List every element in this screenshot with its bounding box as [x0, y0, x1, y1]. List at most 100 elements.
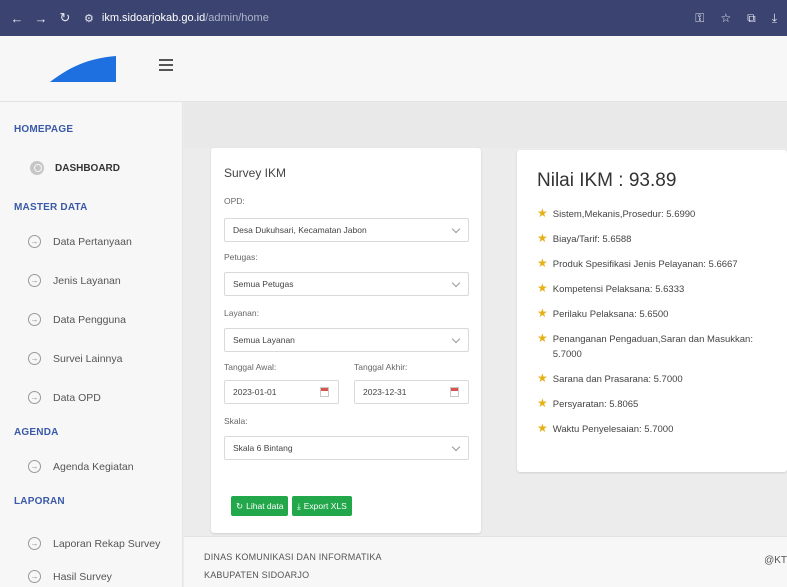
circle-arrow-icon: →: [28, 460, 41, 473]
download-icon[interactable]: ⤓: [772, 11, 777, 26]
ikm-result-card: Nilai IKM : 93.89 ★ Sistem,Mekanis,Prosed…: [517, 150, 787, 472]
extensions-icon[interactable]: ⧉: [747, 11, 756, 26]
footer-line-2: KABUPATEN SIDOARJO: [204, 570, 310, 580]
list-item: ★ Sarana dan Prasarana: 5.7000: [537, 371, 683, 386]
chevron-down-icon: [451, 442, 461, 452]
button-label: Lihat data: [246, 501, 284, 511]
list-item: ★ Biaya/Tarif: 5.6588: [537, 231, 632, 246]
skala-label: Skala:: [224, 416, 248, 426]
sidebar-item-label: Data Pengguna: [53, 313, 126, 326]
back-icon[interactable]: ←: [8, 11, 26, 26]
ikm-indicator-list: ★ Sistem,Mekanis,Prosedur: 5.6990 ★ Biaya/…: [537, 207, 777, 447]
address-bar[interactable]: ⚙ ikm.sidoarjokab.go.id/admin/home: [84, 6, 695, 30]
circle-arrow-icon: →: [28, 391, 41, 404]
key-icon[interactable]: ⚿: [695, 11, 704, 26]
star-icon: ★: [537, 256, 548, 270]
tanggal-akhir-label: Tanggal Akhir:: [354, 362, 408, 372]
list-item: ★ Waktu Penyelesaian: 5.7000: [537, 421, 674, 436]
sidebar-item-label: Laporan Rekap Survey: [53, 537, 161, 550]
sidebar-item-laporan-rekap-survey[interactable]: → Laporan Rekap Survey: [28, 537, 160, 550]
app-logo: [50, 56, 116, 82]
url-host: ikm.sidoarjokab.go.id: [101, 12, 206, 24]
refresh-icon: ↻: [236, 500, 244, 511]
circle-arrow-icon: →: [28, 570, 41, 583]
main-content: Survey IKM OPD: Desa Dukuhsari, Kecamata…: [184, 102, 787, 587]
sidebar-section-agenda: AGENDA: [14, 427, 59, 438]
sidebar-item-hasil-survey[interactable]: → Hasil Survey: [28, 570, 112, 583]
sidebar-item-label: Survei Lainnya: [53, 352, 123, 365]
sidebar: HOMEPAGE DASHBOARD MASTER DATA → Data Pe…: [0, 102, 183, 587]
star-icon: ★: [537, 331, 548, 345]
app-topbar: [0, 36, 787, 102]
sidebar-section-master-data: MASTER DATA: [14, 202, 88, 213]
page-footer: DINAS KOMUNIKASI DAN INFORMATIKA KABUPAT…: [184, 536, 787, 587]
menu-toggle-icon[interactable]: [159, 59, 173, 71]
calendar-icon[interactable]: [450, 387, 459, 397]
skala-select[interactable]: Skala 6 Bintang: [224, 436, 469, 460]
circle-arrow-icon: →: [28, 274, 41, 287]
circle-arrow-icon: →: [28, 313, 41, 326]
bookmark-star-icon[interactable]: ☆: [720, 11, 731, 26]
ikm-score-title: Nilai IKM : 93.89: [537, 170, 677, 191]
layanan-select[interactable]: Semua Layanan: [224, 328, 469, 352]
sidebar-item-label: Jenis Layanan: [53, 274, 121, 287]
list-item: ★ Kompetensi Pelaksana: 5.6333: [537, 281, 685, 296]
reload-icon[interactable]: ↻: [56, 10, 74, 26]
sidebar-item-agenda-kegiatan[interactable]: → Agenda Kegiatan: [28, 460, 134, 473]
list-item: ★ Sistem,Mekanis,Prosedur: 5.6990: [537, 206, 696, 221]
calendar-icon[interactable]: [320, 387, 329, 397]
form-title: Survey IKM: [224, 166, 287, 180]
list-item: ★ Penanganan Pengaduan,Saran dan Masukkan…: [537, 331, 753, 361]
browser-toolbar: ← → ↻ ⚙ ikm.sidoarjokab.go.id/admin/home…: [0, 0, 787, 36]
star-icon: ★: [537, 281, 548, 295]
circle-arrow-icon: →: [28, 352, 41, 365]
sidebar-item-dashboard[interactable]: DASHBOARD: [30, 161, 120, 175]
chevron-down-icon: [451, 334, 461, 344]
list-item: ★ Produk Spesifikasi Jenis Pelayanan: 5.6…: [537, 256, 738, 271]
circle-arrow-icon: →: [28, 537, 41, 550]
list-item: ★ Perilaku Pelaksana: 5.6500: [537, 306, 669, 321]
opd-select[interactable]: Desa Dukuhsari, Kecamatan Jabon: [224, 218, 469, 242]
tanggal-akhir-input[interactable]: 2023-12-31: [354, 380, 469, 404]
opd-label: OPD:: [224, 196, 245, 206]
tanggal-awal-value: 2023-01-01: [233, 387, 277, 397]
tanggal-awal-label: Tanggal Awal:: [224, 362, 277, 372]
export-xls-button[interactable]: ⤓ Export XLS: [292, 496, 352, 516]
star-icon: ★: [537, 421, 548, 435]
star-icon: ★: [537, 206, 548, 220]
tanggal-awal-input[interactable]: 2023-01-01: [224, 380, 339, 404]
sidebar-item-label: Data Pertanyaan: [53, 235, 132, 248]
forward-icon[interactable]: →: [32, 11, 50, 26]
sidebar-item-label: Data OPD: [53, 391, 101, 404]
petugas-label: Petugas:: [224, 252, 258, 262]
content-header-strip: [184, 102, 787, 148]
sidebar-section-laporan: LAPORAN: [14, 496, 65, 507]
layanan-label: Layanan:: [224, 308, 259, 318]
skala-value: Skala 6 Bintang: [233, 443, 293, 453]
chevron-down-icon: [451, 278, 461, 288]
petugas-select[interactable]: Semua Petugas: [224, 272, 469, 296]
star-icon: ★: [537, 396, 548, 410]
petugas-value: Semua Petugas: [233, 279, 294, 289]
url-path: /admin/home: [205, 12, 269, 24]
lihat-data-button[interactable]: ↻ Lihat data: [231, 496, 289, 516]
chevron-down-icon: [451, 224, 461, 234]
button-label: Export XLS: [303, 501, 347, 511]
sidebar-item-label: Hasil Survey: [53, 570, 112, 583]
site-settings-icon[interactable]: ⚙: [84, 12, 94, 25]
list-item: ★ Persyaratan: 5.8065: [537, 396, 639, 411]
sidebar-item-survei-lainnya[interactable]: → Survei Lainnya: [28, 352, 122, 365]
sidebar-item-label: DASHBOARD: [55, 162, 120, 174]
footer-line-1: DINAS KOMUNIKASI DAN INFORMATIKA: [204, 552, 382, 562]
sidebar-item-label: Agenda Kegiatan: [53, 460, 134, 473]
sidebar-item-jenis-layanan[interactable]: → Jenis Layanan: [28, 274, 121, 287]
sidebar-item-data-opd[interactable]: → Data OPD: [28, 391, 101, 404]
opd-value: Desa Dukuhsari, Kecamatan Jabon: [233, 225, 367, 235]
sidebar-item-data-pengguna[interactable]: → Data Pengguna: [28, 313, 126, 326]
star-icon: ★: [537, 231, 548, 245]
survey-filter-card: Survey IKM OPD: Desa Dukuhsari, Kecamata…: [211, 148, 481, 533]
dashboard-icon: [30, 161, 44, 175]
star-icon: ★: [537, 371, 548, 385]
download-icon: ⤓: [297, 500, 301, 511]
sidebar-item-data-pertanyaan[interactable]: → Data Pertanyaan: [28, 235, 132, 248]
